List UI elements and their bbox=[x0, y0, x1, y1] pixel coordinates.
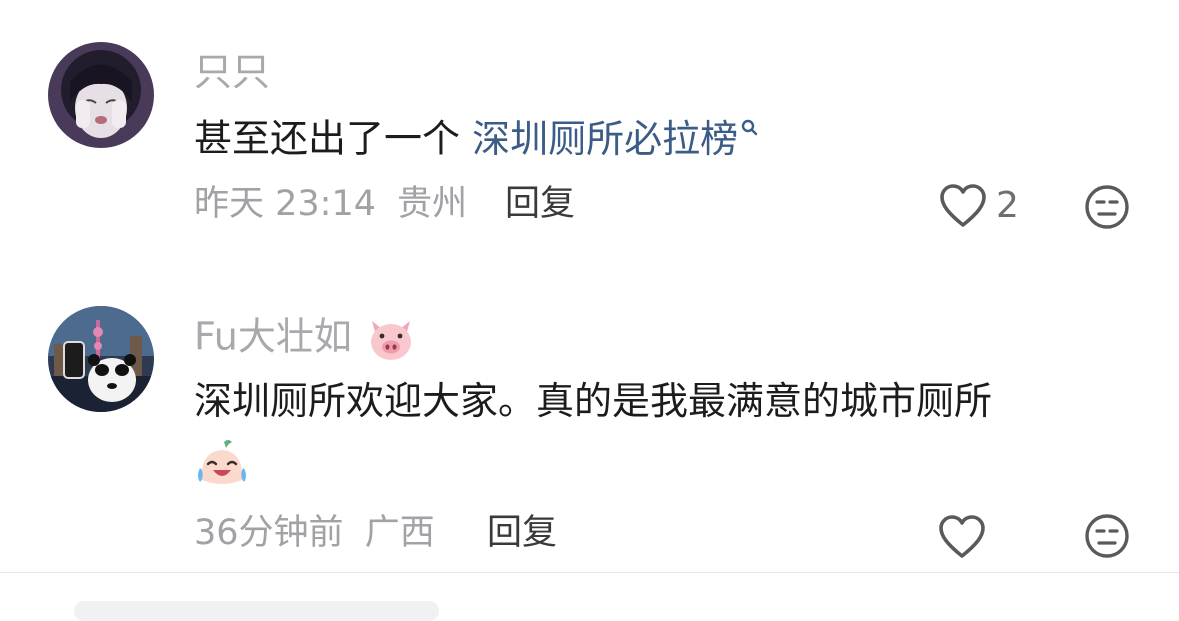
avatar[interactable] bbox=[48, 306, 154, 412]
comment-text-prefix: 甚至还出了一个 bbox=[194, 116, 473, 161]
avatar-image bbox=[48, 42, 154, 148]
like-button[interactable] bbox=[937, 514, 987, 560]
comment-location: 贵州 bbox=[397, 184, 468, 224]
avatar-image bbox=[48, 306, 154, 412]
comment-time: 昨天 23:14 bbox=[194, 184, 376, 224]
search-icon bbox=[741, 119, 758, 136]
avatar[interactable] bbox=[48, 42, 154, 148]
like-count: 2 bbox=[996, 185, 1019, 226]
comment-text: 甚至还出了一个 深圳厕所必拉榜 bbox=[194, 118, 760, 158]
username-text: Fu大壮如 bbox=[194, 314, 352, 359]
search-link-label: 深圳厕所必拉榜 bbox=[472, 116, 739, 161]
comment-input-bar[interactable] bbox=[74, 601, 439, 621]
divider bbox=[0, 572, 1179, 573]
reply-button[interactable]: 回复 bbox=[505, 187, 575, 222]
comment-text: 深圳厕所欢迎大家。真的是我最满意的城市厕所 bbox=[194, 379, 993, 423]
heart-icon bbox=[940, 184, 986, 227]
comment-meta: 昨天 23:14 贵州 bbox=[194, 187, 467, 222]
comment-meta: 36分钟前 广西 bbox=[194, 516, 435, 551]
emoji-reaction-button[interactable] bbox=[1084, 513, 1130, 559]
pig-face-emoji bbox=[370, 321, 411, 360]
username[interactable]: 只只 bbox=[194, 53, 270, 91]
emoji-icon bbox=[1085, 185, 1129, 229]
like-button[interactable]: 2 bbox=[938, 183, 1019, 229]
laughing-crying-emoji bbox=[198, 440, 246, 484]
emoji-reaction-button[interactable] bbox=[1084, 184, 1130, 230]
reply-button[interactable]: 回复 bbox=[487, 516, 557, 551]
heart-icon bbox=[939, 515, 985, 558]
comment-time: 36分钟前 bbox=[194, 513, 344, 553]
comment-text-emoji-line bbox=[194, 438, 250, 498]
emoji-icon bbox=[1085, 514, 1129, 558]
comment-location: 广西 bbox=[364, 513, 435, 553]
search-link[interactable]: 深圳厕所必拉榜 bbox=[472, 117, 760, 161]
username[interactable]: Fu大壮如 bbox=[194, 315, 416, 363]
